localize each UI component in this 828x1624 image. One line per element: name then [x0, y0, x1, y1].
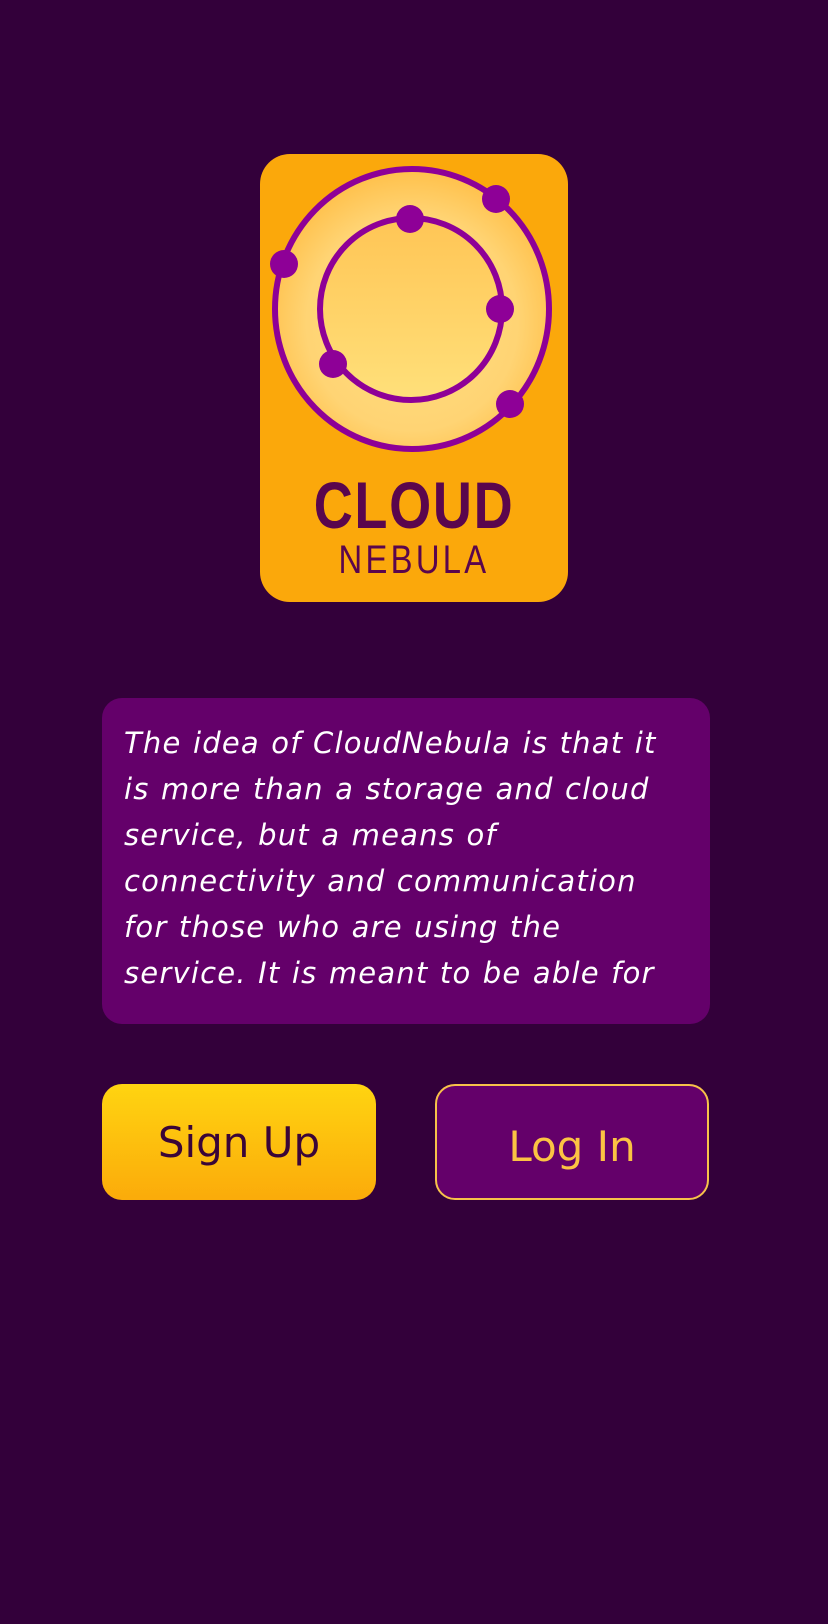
- cloud-nebula-logo: CLOUD NEBULA: [260, 154, 568, 602]
- sign-up-button[interactable]: Sign Up: [102, 1084, 376, 1200]
- orbit-dot: [319, 350, 347, 378]
- orbit-dot: [270, 250, 298, 278]
- description-text: The idea of CloudNebula is that it is mo…: [124, 726, 657, 990]
- orbit-dot: [486, 295, 514, 323]
- orbit-dot: [496, 390, 524, 418]
- log-in-button[interactable]: Log In: [435, 1084, 709, 1200]
- orbit-logo-icon: [270, 166, 552, 452]
- description-box[interactable]: The idea of CloudNebula is that it is mo…: [102, 698, 710, 1024]
- logo-subtitle: NEBULA: [338, 538, 490, 582]
- orbit-dot: [396, 205, 424, 233]
- orbit-dot: [482, 185, 510, 213]
- logo-title: CLOUD: [313, 468, 515, 542]
